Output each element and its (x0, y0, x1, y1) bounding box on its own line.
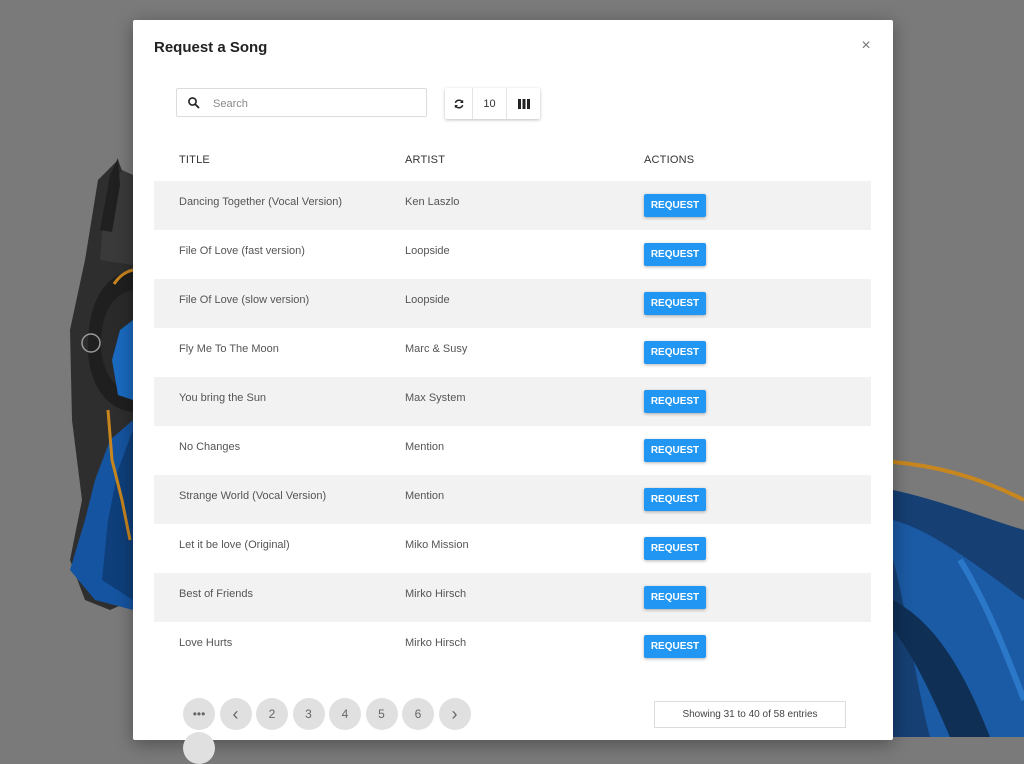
column-header-artist: ARTIST (405, 154, 446, 166)
request-button[interactable]: REQUEST (644, 194, 706, 217)
song-artist: Miko Mission (405, 539, 469, 551)
page-ellipsis-button[interactable]: ••• (183, 698, 215, 730)
column-header-actions: ACTIONS (644, 154, 695, 166)
request-button[interactable]: REQUEST (644, 635, 706, 658)
table-toolbar: 10 (445, 88, 540, 119)
song-title: Fly Me To The Moon (179, 343, 279, 355)
request-button[interactable]: REQUEST (644, 439, 706, 462)
song-title: You bring the Sun (179, 392, 267, 404)
page-size-button[interactable]: 10 (473, 88, 507, 119)
table-row: Let it be love (Original) Miko Mission R… (154, 524, 871, 573)
table-row: No Changes Mention REQUEST (154, 426, 871, 475)
close-button[interactable]: × (858, 38, 874, 54)
page-button-6[interactable]: 6 (402, 698, 434, 730)
search-field (176, 88, 427, 117)
request-button[interactable]: REQUEST (644, 292, 706, 315)
song-artist: Ken Laszlo (405, 196, 460, 208)
song-artist: Mirko Hirsch (405, 637, 467, 649)
prev-page-button[interactable]: ‹ (219, 698, 252, 730)
request-button[interactable]: REQUEST (644, 537, 706, 560)
page-button-2[interactable]: 2 (256, 698, 288, 730)
song-artist: Mention (405, 441, 445, 453)
table-row: Dancing Together (Vocal Version) Ken Las… (154, 181, 871, 230)
song-artist: Marc & Susy (405, 343, 468, 355)
entries-info: Showing 31 to 40 of 58 entries (654, 701, 846, 728)
song-title: No Changes (179, 441, 241, 453)
pagination: ••• ‹ 2 3 4 5 6 › (183, 698, 475, 730)
song-artist: Loopside (405, 245, 450, 257)
request-song-modal: Request a Song × 10 TITLE ARTIST (133, 20, 893, 764)
song-artist: Max System (405, 392, 466, 404)
search-icon (188, 97, 200, 109)
song-title: File Of Love (slow version) (179, 294, 310, 306)
search-input[interactable] (211, 93, 415, 115)
table-row: Strange World (Vocal Version) Mention RE… (154, 475, 871, 524)
song-title: Love Hurts (179, 637, 233, 649)
request-button[interactable]: REQUEST (644, 341, 706, 364)
table-row: File Of Love (slow version) Loopside REQ… (154, 279, 871, 328)
request-button[interactable]: REQUEST (644, 488, 706, 511)
refresh-button[interactable] (445, 88, 473, 119)
song-artist: Loopside (405, 294, 450, 306)
page-button-5[interactable]: 5 (365, 698, 398, 730)
columns-icon (517, 98, 530, 109)
table-row: Fly Me To The Moon Marc & Susy REQUEST (154, 328, 871, 377)
table-row: Love Hurts Mirko Hirsch REQUEST (154, 622, 871, 671)
song-title: Best of Friends (179, 588, 253, 600)
refresh-icon (454, 98, 463, 109)
table-row: File Of Love (fast version) Loopside REQ… (154, 230, 871, 279)
song-title: Dancing Together (Vocal Version) (179, 196, 343, 208)
next-page-button[interactable]: › (438, 698, 471, 730)
song-title: Strange World (Vocal Version) (179, 490, 327, 502)
song-artist: Mirko Hirsch (405, 588, 467, 600)
table-row: You bring the Sun Max System REQUEST (154, 377, 871, 426)
songs-table: Dancing Together (Vocal Version) Ken Las… (154, 181, 871, 671)
request-button[interactable]: REQUEST (644, 390, 706, 413)
page-button-4[interactable]: 4 (329, 698, 361, 730)
modal-title: Request a Song (154, 39, 268, 56)
song-title: Let it be love (Original) (179, 539, 290, 551)
table-row: Best of Friends Mirko Hirsch REQUEST (154, 573, 871, 622)
song-artist: Mention (405, 490, 445, 502)
column-header-title: TITLE (179, 154, 210, 166)
request-button[interactable]: REQUEST (644, 243, 706, 266)
song-title: File Of Love (fast version) (179, 245, 305, 257)
columns-button[interactable] (507, 88, 540, 119)
page-button-3[interactable]: 3 (292, 698, 325, 730)
request-button[interactable]: REQUEST (644, 586, 706, 609)
